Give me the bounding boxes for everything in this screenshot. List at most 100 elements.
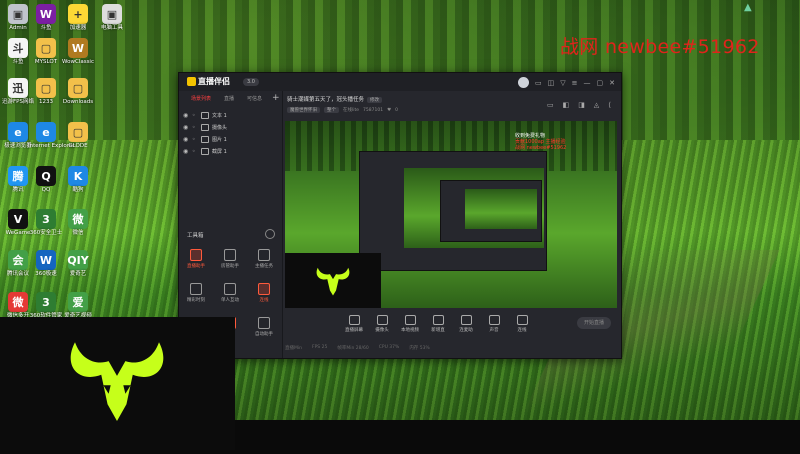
gift-icon[interactable]: ◫ [548, 78, 555, 88]
avatar[interactable] [517, 77, 529, 88]
bell-icon[interactable]: ◬ [594, 101, 599, 109]
toolbox-item-label: 房管助手 [221, 264, 239, 269]
live-preview[interactable]: 收到免费礼物 贡献1000ap 主播经验 战网 newbee#51962 [285, 121, 617, 308]
bottom-tool-icon [488, 315, 500, 325]
desktop-icon[interactable]: e Internet Explorer [28, 122, 75, 150]
add-scene-icon[interactable]: + [272, 93, 280, 103]
desktop-icon-glyph: 微 [68, 209, 88, 229]
desktop-icon-glyph: + [68, 4, 88, 24]
scene-label: 截屏 1 [212, 148, 227, 155]
scene-item[interactable]: ◉ ◦ 截屏 1 [179, 145, 282, 157]
image-source-icon [201, 135, 209, 143]
start-live-button[interactable]: 开始直播 [577, 317, 611, 329]
toolbox-settings-icon[interactable] [265, 229, 275, 239]
desktop-icon-glyph: 斗 [8, 38, 28, 58]
message-icon[interactable]: ▭ [535, 78, 542, 88]
tab-live[interactable]: 直播 [224, 95, 234, 102]
toolbox-item[interactable]: 房管助手 [213, 249, 247, 269]
scene-item[interactable]: ◉ ◦ 图片 1 [179, 133, 282, 145]
bottom-tool-button[interactable]: 新增直 [425, 315, 451, 333]
desktop-icon-glyph: ▢ [68, 78, 88, 98]
eye-icon[interactable]: ◉ [183, 136, 189, 143]
lock-icon[interactable]: ◦ [192, 112, 198, 119]
toolbox-item-icon [258, 317, 270, 329]
streaming-app-window: 直播伴侣 3.0 ▭ ◫ ▽ ≡ — ▢ ✕ 场景列表 直播 可信息 + ◉ ◦ 文… [178, 72, 622, 359]
desktop-icon[interactable]: 微微信 [60, 209, 96, 237]
desktop-icon[interactable]: W 360极速 [28, 250, 64, 278]
desktop-icon[interactable]: ▢ Downloads [60, 78, 96, 106]
eye-icon[interactable]: ◉ [183, 124, 189, 131]
desktop-icon[interactable]: Q QQ [28, 166, 64, 194]
desktop-icon-glyph: ▢ [36, 78, 56, 98]
share-icon[interactable]: ⟨ [608, 101, 611, 109]
lock-icon[interactable]: ◦ [192, 148, 198, 155]
minimize-icon[interactable]: — [584, 78, 591, 88]
shirt-icon[interactable]: ▽ [560, 78, 565, 88]
bottom-tool-label: 新增直 [431, 328, 445, 333]
edit-title-button[interactable]: 修改 [367, 97, 383, 103]
desktop-icon-glyph: W [36, 250, 56, 270]
sub-tag[interactable]: 整个 [324, 107, 339, 113]
toolbox-item[interactable]: 连线 [247, 283, 281, 303]
desktop-icon[interactable]: + 加速器 [60, 4, 96, 32]
tab-scenes[interactable]: 场景列表 [191, 95, 211, 102]
bottom-tool-icon [460, 315, 472, 325]
scene-item[interactable]: ◉ ◦ 摄像头 [179, 121, 282, 133]
lock-icon[interactable]: ◦ [192, 124, 198, 131]
scene-label: 图片 1 [212, 136, 227, 143]
bottom-tool-button[interactable]: 声音 [481, 315, 507, 333]
desktop-icon[interactable]: 3 360安全卫士 [28, 209, 64, 237]
desktop-icon-label: MYSLOT [34, 59, 58, 65]
bottom-tool-button[interactable]: 连麦助 [453, 315, 479, 333]
desktop-icon-glyph: 迅 [8, 78, 28, 98]
app-logo-text: 直播伴侣 [198, 77, 230, 86]
screen-share-icon[interactable]: ▭ [547, 101, 554, 109]
close-icon[interactable]: ✕ [609, 78, 615, 88]
toolbox-item[interactable]: 直播助手 [179, 249, 213, 269]
desktop-icon[interactable]: W 斗鱼 [28, 4, 64, 32]
toolbox-item[interactable]: 自动助手 [247, 317, 281, 337]
nested-app-window [359, 151, 547, 271]
screen-source-icon [201, 147, 209, 155]
lock-icon[interactable]: ◦ [192, 136, 198, 143]
category-tag[interactable]: 魔兽世界怀旧 [287, 107, 320, 113]
logo-icon [187, 77, 196, 86]
desktop-icon[interactable]: W WowClassic [60, 38, 96, 66]
toolbox-item[interactable]: 单人互动 [213, 283, 247, 303]
toolbox-item-label: 精彩时刻 [187, 298, 205, 303]
bottom-tool-button[interactable]: 连线 [509, 315, 535, 333]
desktop-icon-glyph: 微 [8, 292, 28, 312]
desktop-icon[interactable]: ▢ GLODE [60, 122, 96, 150]
eye-icon[interactable]: ◉ [183, 112, 189, 119]
camera-source-icon [201, 123, 209, 131]
menu-icon[interactable]: ≡ [572, 78, 578, 88]
desktop-icon-glyph: e [36, 122, 56, 142]
bottom-tool-button[interactable]: 摄像头 [369, 315, 395, 333]
desktop-icon-label: 微信 [72, 230, 84, 236]
desktop-icon-glyph: Q [36, 166, 56, 186]
desktop-icon[interactable]: ▣ 电脑工具 [94, 4, 130, 32]
desktop-icon-glyph: e [8, 122, 28, 142]
desktop-icon[interactable]: ▢ 1233 [28, 78, 64, 106]
status-bar: 直播Min FPS 25 帧率Min 28/60 CPU 37% 内存 53% [285, 345, 430, 351]
desktop-icon[interactable]: 3 360软件管家 [28, 292, 64, 320]
crop-icon[interactable]: ◨ [578, 101, 585, 109]
bottom-tool-button[interactable]: 直播屏幕 [341, 315, 367, 333]
desktop-icon[interactable]: QIY 爱奇艺 [60, 250, 96, 278]
desktop-icon[interactable]: 爱爱奇艺视频 [60, 292, 96, 320]
toolbox-item[interactable]: 主播任务 [247, 249, 281, 269]
streamer-overlay-text: 战网 newbee#51962 [560, 36, 760, 58]
tab-info[interactable]: 可信息 [247, 95, 262, 102]
desktop-icon-glyph: 3 [36, 292, 56, 312]
maximize-icon[interactable]: ▢ [597, 78, 604, 88]
scene-item[interactable]: ◉ ◦ 文本 1 [179, 109, 282, 121]
toolbox-item[interactable]: 精彩时刻 [179, 283, 213, 303]
eye-icon[interactable]: ◉ [183, 148, 189, 155]
scene-list: ◉ ◦ 文本 1 ◉ ◦ 摄像头 ◉ ◦ 图片 1 ◉ ◦ 截屏 1 [179, 109, 282, 157]
layout-icon[interactable]: ◧ [563, 101, 570, 109]
bottom-tool-icon [516, 315, 528, 325]
desktop-icon-label: Downloads [62, 99, 94, 105]
desktop-icon[interactable]: K 酷狗 [60, 166, 96, 194]
bottom-tool-button[interactable]: 本地视频 [397, 315, 423, 333]
desktop-icon[interactable]: ▢ MYSLOT [28, 38, 64, 66]
